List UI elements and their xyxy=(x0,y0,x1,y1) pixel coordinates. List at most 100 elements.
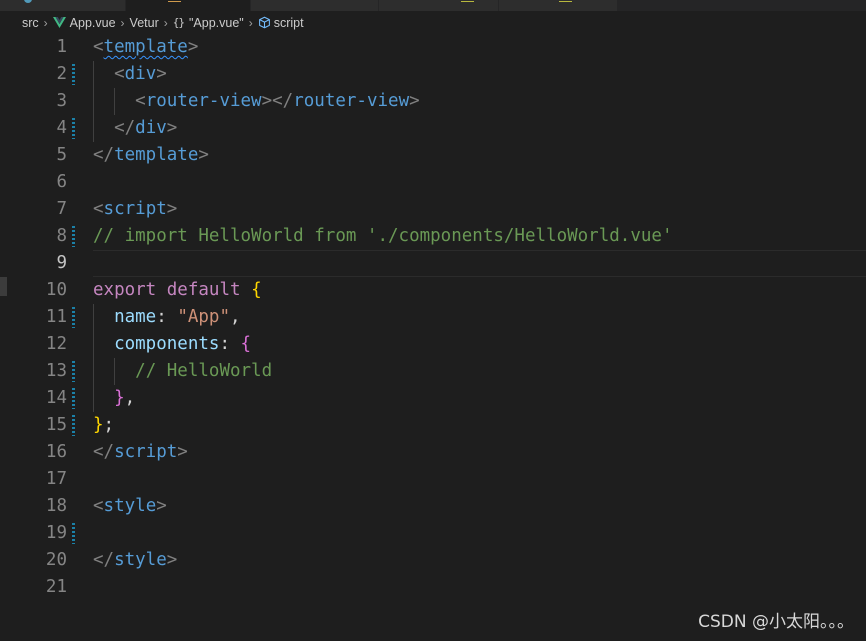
code-token: > xyxy=(166,550,178,570)
breadcrumb-item-vetur[interactable]: Vetur xyxy=(130,16,159,30)
breadcrumb-label: "App.vue" xyxy=(188,15,244,30)
code-line[interactable]: 16 </script> xyxy=(0,439,866,466)
tab-partial-1[interactable] xyxy=(0,0,126,11)
line-number: 10 xyxy=(45,280,67,300)
code-line[interactable]: 9 xyxy=(0,250,866,277)
code-token: template xyxy=(103,37,188,57)
code-text: </template> xyxy=(93,142,209,169)
code-token: "App" xyxy=(177,307,230,327)
code-token: router-view xyxy=(145,91,262,111)
git-change-marker[interactable] xyxy=(72,388,75,409)
code-line[interactable]: 14 }, xyxy=(0,385,866,412)
code-token: > xyxy=(187,37,199,57)
file-type-icon: ― xyxy=(168,0,181,8)
code-line[interactable]: 21 xyxy=(0,574,866,601)
code-token: template xyxy=(114,145,199,165)
code-token: } xyxy=(93,415,104,435)
line-number: 21 xyxy=(45,577,67,597)
code-editor[interactable]: 1 <template> 2 <div> 3 <router-view></route… xyxy=(0,34,866,641)
code-line[interactable]: 10 export default { xyxy=(0,277,866,304)
code-line[interactable]: 2 <div> xyxy=(0,61,866,88)
line-number: 4 xyxy=(56,118,67,138)
code-text: // HelloWorld xyxy=(93,358,272,385)
breadcrumb-item-script[interactable]: script xyxy=(258,16,304,30)
line-number: 8 xyxy=(56,226,67,246)
breadcrumb-item-app-vue[interactable]: App.vue xyxy=(52,16,116,30)
braces-icon: {} xyxy=(172,16,185,29)
line-number: 12 xyxy=(45,334,67,354)
code-text: name: "App", xyxy=(93,304,241,331)
breadcrumb-item-app-vue-module[interactable]: {} "App.vue" xyxy=(173,16,244,30)
line-number: 1 xyxy=(56,37,67,57)
cube-icon xyxy=(258,16,270,29)
git-change-marker[interactable] xyxy=(72,523,75,544)
breadcrumb-item-src[interactable]: src xyxy=(22,16,39,30)
code-line[interactable]: 3 <router-view></router-view> xyxy=(0,88,866,115)
line-number: 9 xyxy=(56,253,67,273)
code-text: <div> xyxy=(93,61,167,88)
code-line[interactable]: 15}; xyxy=(0,412,866,439)
code-token: , xyxy=(230,307,241,327)
code-line[interactable]: 7 <script> xyxy=(0,196,866,223)
git-change-marker[interactable] xyxy=(72,64,75,85)
line-number: 17 xyxy=(45,469,67,489)
code-line[interactable]: 12 components: { xyxy=(0,331,866,358)
code-line[interactable]: 20 </style> xyxy=(0,547,866,574)
line-number: 3 xyxy=(56,91,67,111)
code-token: { xyxy=(240,334,252,354)
git-change-marker[interactable] xyxy=(72,307,75,328)
code-token: } xyxy=(114,388,125,408)
code-text: // import HelloWorld from './components/… xyxy=(93,223,672,250)
line-number: 6 xyxy=(56,172,67,192)
code-line[interactable]: 17 xyxy=(0,466,866,493)
tab-partial-4[interactable]: ― xyxy=(379,0,499,11)
git-change-marker[interactable] xyxy=(72,118,75,139)
code-token: </ xyxy=(93,550,115,570)
code-token: div xyxy=(124,64,157,84)
code-token: style xyxy=(114,550,167,570)
code-token: script xyxy=(103,199,167,219)
file-type-icon: ― xyxy=(559,0,572,8)
tab-partial-5[interactable]: ― xyxy=(499,0,618,11)
code-token: < xyxy=(93,199,104,219)
code-token: > xyxy=(177,442,188,462)
code-line[interactable]: 18 <style> xyxy=(0,493,866,520)
code-line[interactable]: 11 name: "App", xyxy=(0,304,866,331)
scroll-marker xyxy=(0,277,7,296)
tab-app-vue[interactable]: ― xyxy=(126,0,251,11)
line-number: 16 xyxy=(45,442,67,462)
breadcrumb-label: src xyxy=(22,15,39,30)
code-line[interactable]: 4 </div> xyxy=(0,115,866,142)
code-line[interactable]: 19 xyxy=(0,520,866,547)
code-token: < xyxy=(135,91,146,111)
code-token: : xyxy=(219,334,241,354)
line-number: 11 xyxy=(45,307,67,327)
code-line[interactable]: 13 // HelloWorld xyxy=(0,358,866,385)
code-text: components: { xyxy=(93,331,251,358)
code-line[interactable]: 5 </template> xyxy=(0,142,866,169)
code-token: < xyxy=(93,496,104,516)
code-token: </ xyxy=(93,145,115,165)
code-line[interactable]: 1 <template> xyxy=(0,34,866,61)
chevron-right-icon: › xyxy=(43,15,48,30)
code-text: }; xyxy=(93,412,114,439)
git-change-marker[interactable] xyxy=(72,415,75,436)
git-change-marker[interactable] xyxy=(72,226,75,247)
code-text: <style> xyxy=(93,493,167,520)
code-token: div xyxy=(135,118,167,138)
code-line[interactable]: 6 xyxy=(0,169,866,196)
code-token: // import HelloWorld from './components/… xyxy=(93,226,673,246)
git-change-marker[interactable] xyxy=(72,361,75,382)
line-number: 5 xyxy=(56,145,67,165)
code-token: ></ xyxy=(261,91,294,111)
code-text: <template> xyxy=(93,34,198,61)
tab-partial-3[interactable] xyxy=(251,0,379,11)
line-number: 2 xyxy=(56,64,67,84)
code-line[interactable]: 8 // import HelloWorld from './components… xyxy=(0,223,866,250)
code-token: < xyxy=(114,64,125,84)
